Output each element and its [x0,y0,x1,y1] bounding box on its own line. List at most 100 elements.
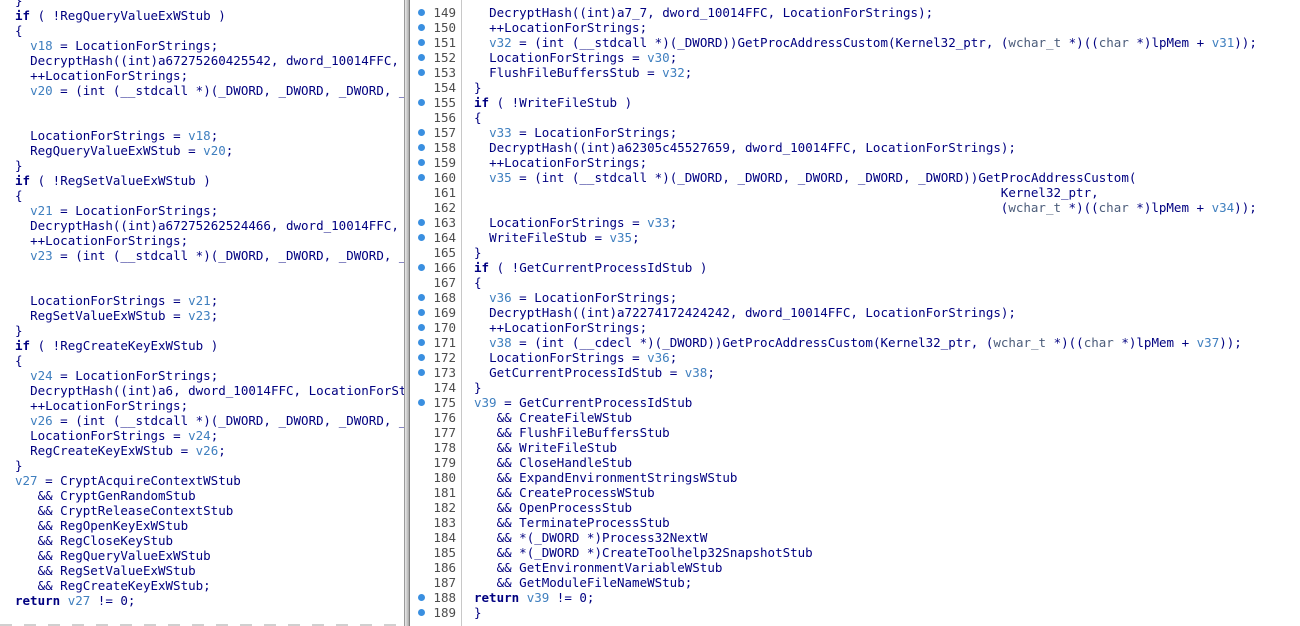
code-line-text: DecryptHash((int)a62305c45527659, dword_… [489,140,1016,155]
code-line-text: DecryptHash((int)a7_7, dword_10014FFC, L… [489,5,934,20]
line-number: 169 [433,305,456,320]
line-number: 180 [433,470,456,485]
breakpoint-dot-icon[interactable] [418,144,425,151]
code-line-text: DecryptHash((int)a67275260425542, dword_… [30,53,399,68]
line-number: 171 [433,335,456,350]
code-line-text: ++LocationForStrings; [489,155,648,170]
code-line-text: && GetModuleFileNameWStub; [496,575,693,590]
breakpoint-dot-icon[interactable] [418,24,425,31]
code-line-text: if ( !WriteFileStub ) [474,95,633,110]
code-line-text: FlushFileBuffersStub = v32; [489,65,693,80]
code-line-text: v26 = (int (__stdcall *)(_DWORD, _DWORD,… [30,413,404,428]
code-line-text: && *(_DWORD *)Process32NextW [496,530,708,545]
code-line-text: v33 = LocationForStrings; [489,125,678,140]
code-line-text: && CreateProcessWStub [496,485,655,500]
breakpoint-dot-icon[interactable] [418,129,425,136]
code-line-text: v18 = LocationForStrings; [30,38,219,53]
breakpoint-dot-icon[interactable] [418,54,425,61]
line-number: 189 [433,605,456,620]
breakpoint-dot-icon[interactable] [418,609,425,616]
line-number: 179 [433,455,456,470]
code-line-text: if ( !RegCreateKeyExWStub ) [15,338,219,353]
breakpoint-dot-icon[interactable] [418,369,425,376]
line-number: 161 [433,185,456,200]
breakpoint-dot-icon[interactable] [418,354,425,361]
line-number: 158 [433,140,456,155]
line-number: 166 [433,260,456,275]
code-line-text: } [474,605,482,620]
line-number: 184 [433,530,456,545]
code-line-text: DecryptHash((int)a67275262524466, dword_… [30,218,399,233]
line-number: 178 [433,440,456,455]
code-line-text: { [474,110,482,125]
breakpoint-dot-icon[interactable] [418,309,425,316]
code-line-text: if ( !RegSetValueExWStub ) [15,173,211,188]
code-line-text: && TerminateProcessStub [496,515,670,530]
code-line-text: { [474,275,482,290]
breakpoint-dot-icon[interactable] [418,99,425,106]
line-number: 163 [433,215,456,230]
line-number: 153 [433,65,456,80]
code-line-text: v21 = LocationForStrings; [30,203,219,218]
code-line-text: } [15,0,23,8]
line-number: 182 [433,500,456,515]
code-line-text: } [474,80,482,95]
code-line-text: ++LocationForStrings; [489,320,648,335]
code-line-text: v38 = (int (__cdecl *)(_DWORD))GetProcAd… [489,335,1242,350]
code-line-text: RegCreateKeyExWStub = v26; [30,443,226,458]
code-line-text: && FlushFileBuffersStub [496,425,670,440]
code-line-text: Kernel32_ptr, [1000,185,1099,200]
breakpoint-dot-icon[interactable] [418,69,425,76]
breakpoint-dot-icon[interactable] [418,174,425,181]
line-number: 175 [433,395,456,410]
code-line-text: } [474,245,482,260]
left-pseudocode-pane[interactable]: } if ( !RegQueryValueExWStub ) { v18 = Loc… [0,0,404,626]
code-line-text: DecryptHash((int)a72274172424242, dword_… [489,305,1016,320]
breakpoint-dot-icon[interactable] [418,159,425,166]
breakpoint-dot-icon[interactable] [418,39,425,46]
code-line-text: ++LocationForStrings; [489,20,648,35]
code-line-text: LocationForStrings = v30; [489,50,678,65]
breakpoint-dot-icon[interactable] [418,219,425,226]
breakpoint-dot-icon[interactable] [418,324,425,331]
code-line-text: ++LocationForStrings; [30,398,189,413]
code-line-text: v39 = GetCurrentProcessIdStub [474,395,693,410]
code-line-text: GetCurrentProcessIdStub = v38; [489,365,715,380]
breakpoint-dot-icon[interactable] [418,234,425,241]
breakpoint-dot-icon[interactable] [418,264,425,271]
line-number: 159 [433,155,456,170]
breakpoint-dot-icon[interactable] [418,594,425,601]
code-line-text: && WriteFileStub [496,440,618,455]
code-line-text: (wchar_t *)((char *)lpMem + v34)); [1000,200,1257,215]
code-line-text: if ( !GetCurrentProcessIdStub ) [474,260,708,275]
line-number: 188 [433,590,456,605]
line-number: 183 [433,515,456,530]
line-number: 160 [433,170,456,185]
code-line-text: WriteFileStub = v35; [489,230,640,245]
breakpoint-dot-icon[interactable] [418,399,425,406]
breakpoint-dot-icon[interactable] [418,339,425,346]
code-line-text: RegQueryValueExWStub = v20; [30,143,234,158]
right-pseudocode-pane[interactable]: 149 DecryptHash((int)a7_7, dword_10014FF… [410,0,1300,626]
line-number: 177 [433,425,456,440]
code-line-text: if ( !RegQueryValueExWStub ) [15,8,226,23]
line-number: 173 [433,365,456,380]
code-line-text: { [15,353,23,368]
breakpoint-dot-icon[interactable] [418,9,425,16]
code-line-text: LocationForStrings = v21; [30,293,219,308]
breakpoint-dot-icon[interactable] [418,294,425,301]
code-line-text: && RegSetValueExWStub [37,563,196,578]
code-line-text: } [474,380,482,395]
code-line-text: && ExpandEnvironmentStringsWStub [496,470,738,485]
code-line-text: v20 = (int (__stdcall *)(_DWORD, _DWORD,… [30,83,404,98]
code-line-text: && OpenProcessStub [496,500,633,515]
code-line-text: && RegQueryValueExWStub [37,548,211,563]
code-line-text: LocationForStrings = v33; [489,215,678,230]
line-number: 170 [433,320,456,335]
code-line-text: RegSetValueExWStub = v23; [30,308,219,323]
code-line-text: v35 = (int (__stdcall *)(_DWORD, _DWORD,… [489,170,1137,185]
line-number: 185 [433,545,456,560]
line-number: 181 [433,485,456,500]
line-number: 157 [433,125,456,140]
line-number: 168 [433,290,456,305]
